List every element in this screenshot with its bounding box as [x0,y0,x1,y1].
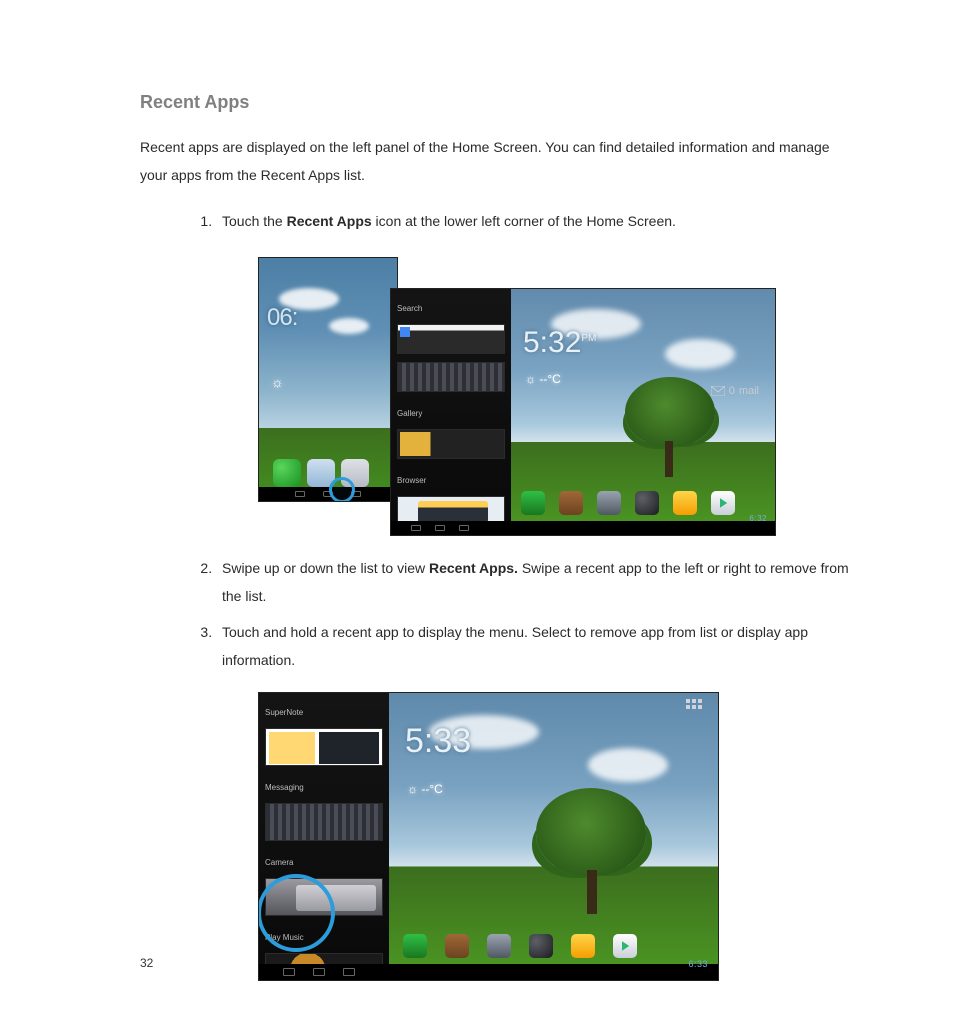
clock-widget: 5:33 [405,727,471,755]
page-number: 32 [140,956,153,970]
recent-label: Browser [397,467,505,495]
cloud-decoration [588,748,668,782]
step-1-pre: Touch the [222,213,287,229]
thumbnail [397,324,505,354]
intro-paragraph: Recent apps are displayed on the left pa… [140,133,854,189]
step-2-pre: Swipe up or down the list to view [222,560,429,576]
recent-apps-icon [459,525,469,531]
section-heading: Recent Apps [140,92,854,113]
recent-label: Search [397,295,505,323]
tablet-dock [521,485,767,515]
cloud-decoration [329,318,369,334]
thumbnail [265,728,383,766]
recent-item [397,362,505,392]
browser-icon [445,934,469,958]
recent-label: Messaging [265,774,383,802]
status-time: 6:33 [688,950,708,978]
play-store-icon [613,934,637,958]
music-icon [571,934,595,958]
thumbnail [397,429,505,459]
clock-widget: 5:32PM [523,325,596,357]
clock-ampm: PM [581,333,596,344]
callout-circle [258,874,335,952]
messaging-icon [521,491,545,515]
recent-apps-icon [343,968,355,976]
callout-circle [329,477,355,502]
step-1: Touch the Recent Apps icon at the lower … [216,207,854,536]
figure-1: 06: ☼ [258,257,776,536]
back-icon [411,525,421,531]
nav-bar: 6:32 [391,521,775,535]
tree-decoration [625,377,715,477]
step-1-post: icon at the lower left corner of the Hom… [372,213,676,229]
phone-dock [273,451,383,487]
tree-decoration [536,788,646,914]
home-icon [313,968,325,976]
phone-screenshot: 06: ☼ [258,257,398,502]
thumbnail [265,803,383,841]
apps-grid-icon [686,699,702,715]
music-icon [673,491,697,515]
gallery-icon [635,491,659,515]
recent-apps-panel: Search Gallery Browser SuperNote Setting… [391,289,511,521]
back-icon [283,968,295,976]
gallery-icon [529,934,553,958]
step-3: Touch and hold a recent app to display t… [216,618,854,981]
cloud-decoration [665,339,735,369]
recent-item: Gallery [397,400,505,459]
nav-bar: 6:33 [259,964,718,980]
step-2-bold: Recent Apps. [429,560,518,576]
camera-icon [597,491,621,515]
step-1-bold: Recent Apps [287,213,372,229]
recent-item: Search [397,295,505,354]
tablet-screenshot: 5:32PM ☼ --°C 0mail Search Gallery Brows… [390,288,776,536]
messaging-icon [403,934,427,958]
recent-item: Messaging [265,774,383,841]
mail-widget: 0mail [711,377,759,405]
play-store-icon [711,491,735,515]
mail-count: 0 [729,377,735,405]
recent-label: Camera [265,849,383,877]
recent-label: Gallery [397,400,505,428]
envelope-icon [711,386,725,396]
clock-time: 5:32 [523,326,581,359]
clock-widget: 06: [267,304,297,332]
browser-icon [559,491,583,515]
recent-item: SuperNote [265,699,383,766]
figure-2: 5:33 ☼ --°C SuperNote Messaging Camera P… [258,692,719,981]
status-time: 6:32 [749,505,767,533]
phone-icon [273,459,301,487]
step-3-text: Touch and hold a recent app to display t… [222,624,808,668]
back-icon [295,491,305,497]
step-2: Swipe up or down the list to view Recent… [216,554,854,610]
camera-icon [487,934,511,958]
weather-icon: ☼ --°C [525,365,561,393]
mail-label: mail [739,377,759,405]
recent-item: Browser [397,467,505,526]
home-icon [435,525,445,531]
instruction-list: Touch the Recent Apps icon at the lower … [140,207,854,981]
weather-icon: ☼ --°C [407,775,443,803]
tablet-dock [403,926,708,958]
thumbnail [397,362,505,392]
nav-bar [259,487,397,501]
recent-label: SuperNote [265,699,383,727]
weather-icon: ☼ [271,368,284,396]
